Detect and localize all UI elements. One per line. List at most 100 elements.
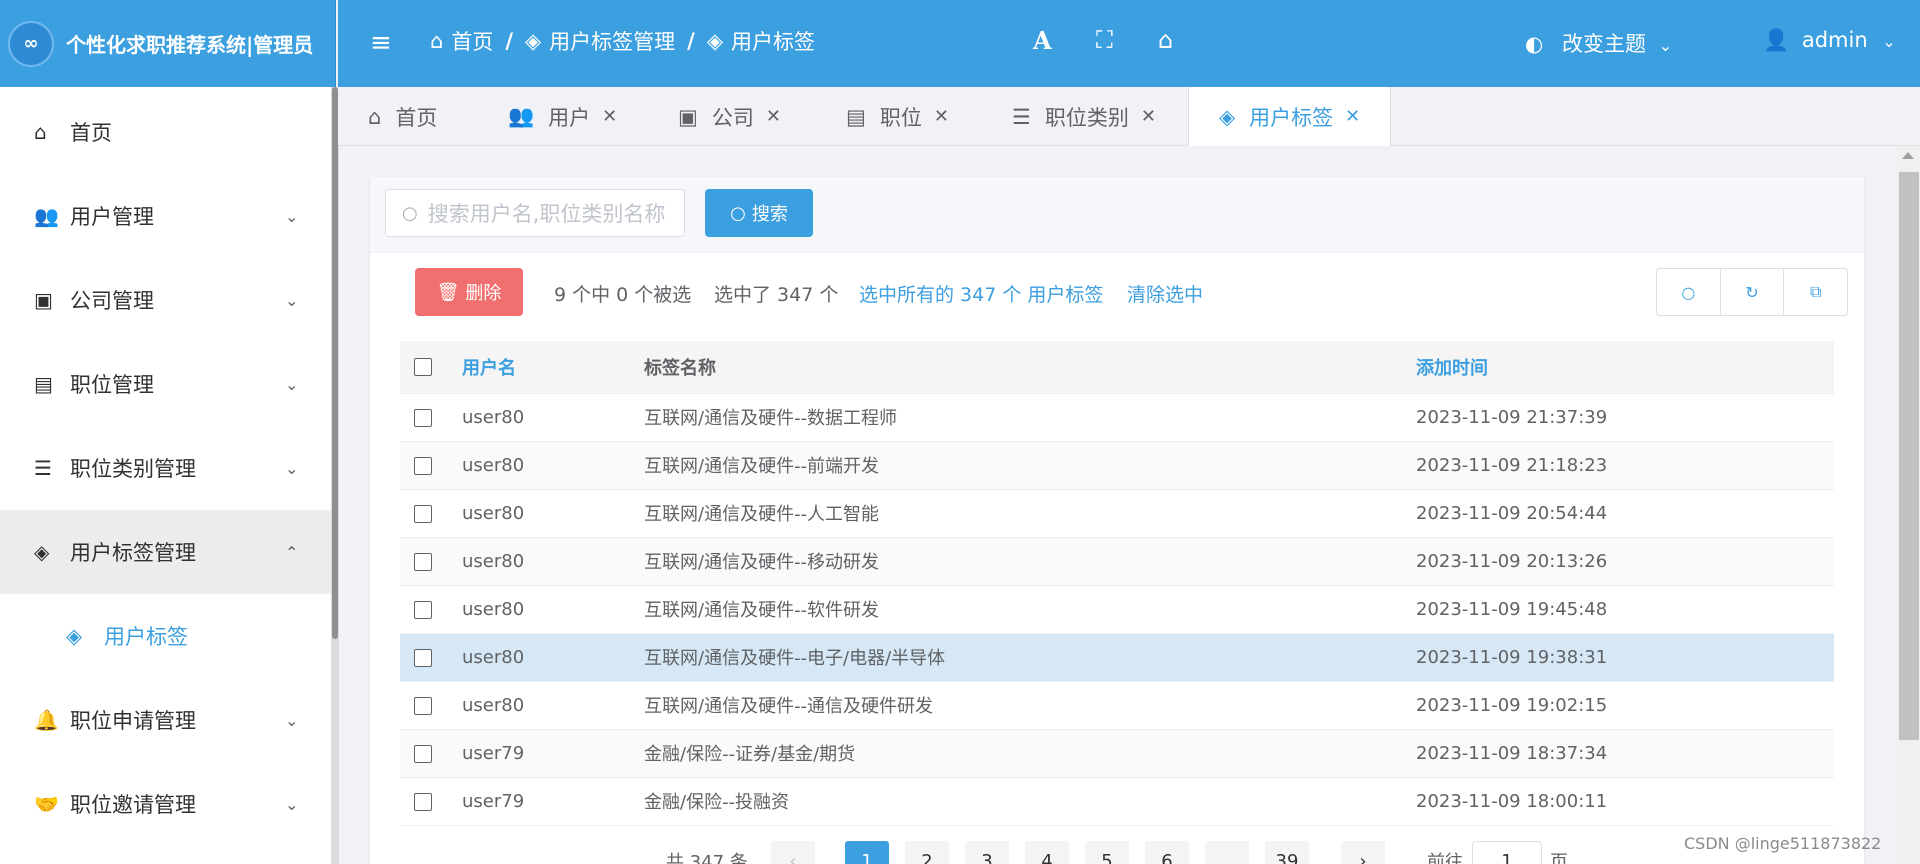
export-icon[interactable]: ⧉ (1784, 269, 1847, 315)
sidebar-item-company[interactable]: ▣ 公司管理 ⌄ (0, 258, 331, 342)
select-all-link[interactable]: 选中所有的 347 个 用户标签 (859, 280, 1103, 307)
tab-users[interactable]: 👥 用户 ✕ (508, 87, 617, 146)
row-checkbox[interactable] (414, 456, 432, 475)
select-all-checkbox[interactable] (414, 358, 432, 377)
fullscreen-icon[interactable]: ⛶ (1096, 26, 1113, 54)
page-button[interactable]: 6 (1145, 841, 1189, 864)
page-ellipsis[interactable]: ... (1205, 841, 1249, 864)
clear-selection-link[interactable]: 清除选中 (1127, 280, 1203, 307)
goto-page-input[interactable]: 1 (1472, 841, 1542, 864)
page-button[interactable]: 1 (845, 841, 889, 864)
sidebar-item-user-tags[interactable]: ◈ 用户标签管理 ⌃ (0, 510, 331, 594)
row-checkbox[interactable] (414, 408, 432, 427)
sidebar-item-users[interactable]: 👥 用户管理 ⌄ (0, 174, 331, 258)
delete-button[interactable]: 🗑 删除 (415, 268, 523, 316)
tab-home[interactable]: ⌂ 首页 (368, 87, 437, 146)
tab-company[interactable]: ▣ 公司 ✕ (678, 87, 781, 146)
tab-position-category[interactable]: ☰ 职位类别 ✕ (1012, 87, 1156, 146)
row-checkbox[interactable] (414, 744, 432, 763)
column-header-added-time[interactable]: 添加时间 (1416, 341, 1834, 394)
home-icon[interactable]: ⌂ (1158, 26, 1173, 54)
search-bar: ○ 搜索用户名,职位类别名称 ○ 搜索 (370, 177, 1864, 253)
row-checkbox[interactable] (414, 600, 432, 619)
table-row-hovered[interactable]: user80 互联网/通信及硬件--电子/电器/半导体 2023-11-09 1… (400, 633, 1834, 682)
breadcrumb-home[interactable]: 首页 (451, 26, 493, 56)
search-button[interactable]: ○ 搜索 (705, 189, 813, 237)
sidebar-item-invitations[interactable]: 🤝 职位邀请管理 ⌄ (0, 762, 331, 846)
close-icon[interactable]: ✕ (934, 106, 949, 127)
bell-icon: 🔔 (34, 708, 59, 732)
table-tools: ○ ↻ ⧉ (1656, 268, 1848, 316)
cell-username: user80 (462, 585, 644, 634)
close-icon[interactable]: ✕ (766, 106, 781, 127)
chevron-up-icon: ⌃ (285, 542, 299, 562)
sidebar-item-home[interactable]: ⌂ 首页 (0, 90, 331, 174)
page-button[interactable]: 3 (965, 841, 1009, 864)
top-navbar: ≡ ⌂ 首页 / ◈ 用户标签管理 / ◈ 用户标签 A ⛶ ⌂ ◐ 改变主题 … (338, 0, 1920, 87)
table-row[interactable]: user80 互联网/通信及硬件--数据工程师 2023-11-09 21:37… (400, 393, 1834, 442)
select-all-checkbox-cell (400, 341, 462, 394)
sidebar-item-label: 职位邀请管理 (70, 793, 196, 817)
font-size-icon[interactable]: A (1033, 26, 1052, 55)
tab-user-tags[interactable]: ◈ 用户标签 ✕ (1188, 87, 1392, 146)
row-checkbox[interactable] (414, 552, 432, 571)
refresh-icon[interactable]: ↻ (1721, 269, 1785, 315)
next-page-button[interactable]: › (1341, 841, 1385, 864)
table-row[interactable]: user79 金融/保险--证券/基金/期货 2023-11-09 18:37:… (400, 729, 1834, 778)
row-checkbox[interactable] (414, 696, 432, 715)
sidebar-subitem-label: 用户标签 (104, 625, 188, 649)
close-icon[interactable]: ✕ (1345, 106, 1360, 127)
close-icon[interactable]: ✕ (1141, 106, 1156, 127)
chevron-down-icon: ⌄ (285, 374, 299, 394)
sidebar-item-position-category[interactable]: ☰ 职位类别管理 ⌄ (0, 426, 331, 510)
search-input[interactable]: ○ 搜索用户名,职位类别名称 (385, 189, 685, 237)
row-checkbox[interactable] (414, 504, 432, 523)
close-icon[interactable]: ✕ (602, 106, 617, 127)
tags-icon: ◈ (1219, 104, 1236, 129)
tab-position[interactable]: ▤ 职位 ✕ (846, 87, 949, 146)
table-row[interactable]: user80 互联网/通信及硬件--前端开发 2023-11-09 21:18:… (400, 441, 1834, 490)
page-button[interactable]: 39 (1265, 841, 1309, 864)
sidebar-scrollbar[interactable] (332, 87, 338, 639)
row-checkbox[interactable] (414, 792, 432, 811)
cell-tag-name: 互联网/通信及硬件--移动研发 (644, 537, 1416, 586)
table-row[interactable]: user80 互联网/通信及硬件--移动研发 2023-11-09 20:13:… (400, 537, 1834, 586)
users-icon: 👥 (508, 104, 535, 128)
column-header-username[interactable]: 用户名 (462, 341, 644, 394)
watermark: CSDN @linge511873822 (1684, 834, 1882, 853)
cell-added-time: 2023-11-09 21:18:23 (1416, 441, 1834, 490)
sidebar-item-label: 公司管理 (70, 289, 154, 313)
table-row[interactable]: user80 互联网/通信及硬件--人工智能 2023-11-09 20:54:… (400, 489, 1834, 538)
theme-switcher[interactable]: ◐ 改变主题 ⌄ (1525, 28, 1672, 58)
page-scrollbar[interactable] (1899, 172, 1919, 740)
search-icon[interactable]: ○ (1657, 269, 1721, 315)
table-row[interactable]: user80 互联网/通信及硬件--通信及硬件研发 2023-11-09 19:… (400, 681, 1834, 730)
prev-page-button[interactable]: ‹ (771, 841, 815, 864)
cell-tag-name: 互联网/通信及硬件--数据工程师 (644, 393, 1416, 442)
cell-tag-name: 互联网/通信及硬件--软件研发 (644, 585, 1416, 634)
row-checkbox[interactable] (414, 648, 432, 667)
breadcrumb-tag-management[interactable]: 用户标签管理 (549, 26, 675, 56)
tags-icon: ◈ (66, 624, 83, 648)
table-row[interactable]: user79 金融/保险--投融资 2023-11-09 18:00:11 (400, 777, 1834, 826)
table-row[interactable]: user80 互联网/通信及硬件--软件研发 2023-11-09 19:45:… (400, 585, 1834, 634)
page-button[interactable]: 4 (1025, 841, 1069, 864)
home-icon: ⌂ (34, 120, 47, 144)
hamburger-icon[interactable]: ≡ (370, 28, 392, 58)
tags-icon: ◈ (525, 29, 542, 53)
sidebar: ⌂ 首页 👥 用户管理 ⌄ ▣ 公司管理 ⌄ ▤ 职位管理 ⌄ ☰ 职位类别管理… (0, 87, 336, 864)
sidebar-item-applications[interactable]: 🔔 职位申请管理 ⌄ (0, 678, 331, 762)
sidebar-item-label: 职位管理 (70, 373, 154, 397)
scroll-up-arrow-icon[interactable] (1902, 152, 1914, 159)
user-menu[interactable]: 👤 admin ⌄ (1763, 28, 1896, 53)
sidebar-item-position[interactable]: ▤ 职位管理 ⌄ (0, 342, 331, 426)
chevron-down-icon: ⌄ (285, 710, 299, 730)
data-table: 用户名 标签名称 添加时间 user80 互联网/通信及硬件--数据工程师 20… (400, 341, 1834, 826)
sidebar-item-label: 首页 (70, 121, 112, 145)
list-icon: ☰ (1012, 104, 1031, 129)
tags-icon: ◈ (706, 29, 723, 53)
page-button[interactable]: 2 (905, 841, 949, 864)
home-icon: ⌂ (430, 29, 444, 53)
page-button[interactable]: 5 (1085, 841, 1129, 864)
sidebar-subitem-user-tag[interactable]: ◈ 用户标签 (0, 594, 331, 678)
